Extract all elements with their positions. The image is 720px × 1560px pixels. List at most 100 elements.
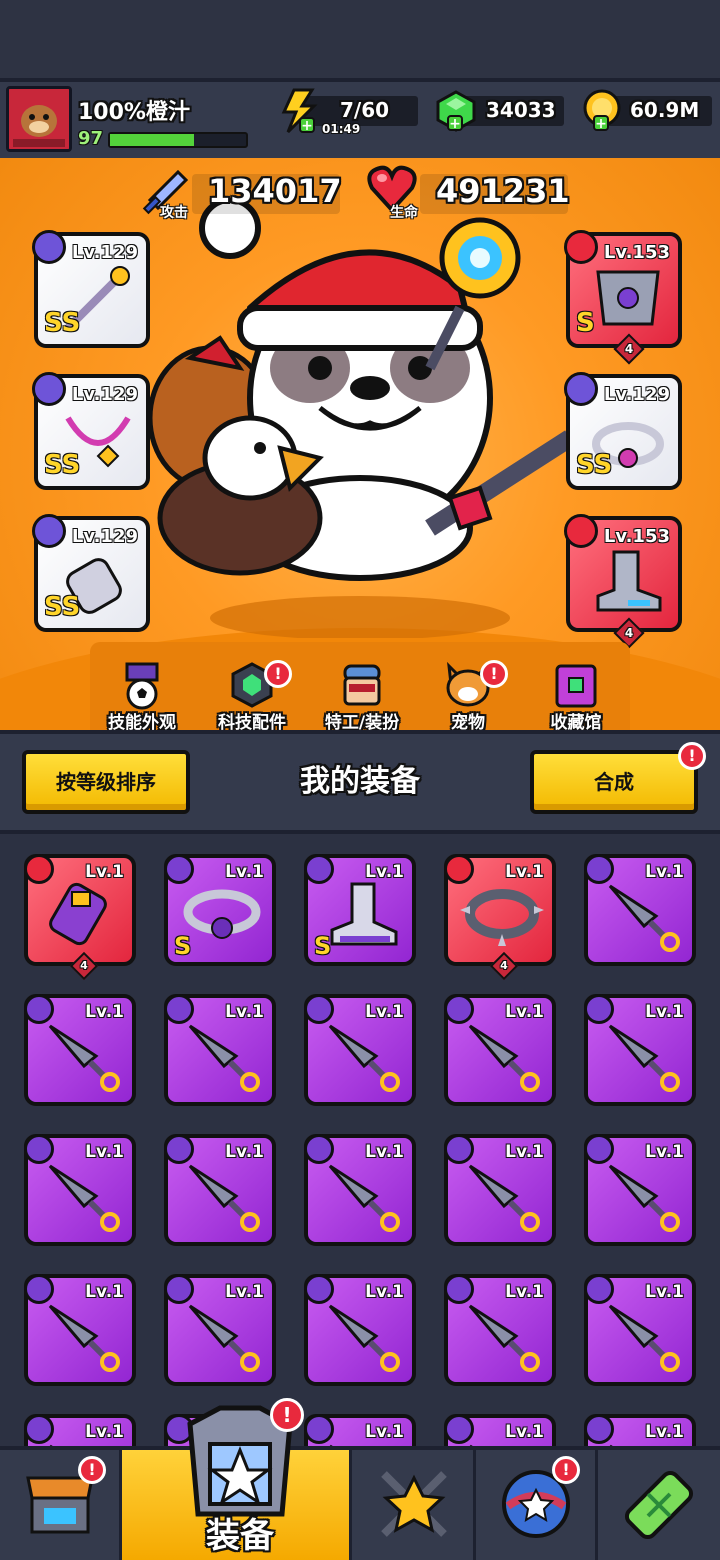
xp-bar	[108, 132, 248, 148]
item-level: Lv.1	[225, 1282, 264, 1302]
kunai-icon	[608, 1024, 680, 1092]
inventory-item-kunai[interactable]: Lv.1	[304, 1134, 416, 1246]
inventory-item-kunai[interactable]: Lv.1	[24, 1274, 136, 1386]
inventory-item-kunai[interactable]: Lv.1	[444, 1414, 556, 1446]
item-level: Lv.1	[85, 862, 124, 882]
menu-pets[interactable]: 宠物 !	[418, 660, 518, 733]
inventory-item-kunai[interactable]: Lv.1	[584, 1274, 696, 1386]
kunai-icon	[608, 884, 680, 952]
menu-agent-outfits[interactable]: 特工/装扮	[312, 660, 412, 733]
inventory-item-kunai[interactable]: Lv.1	[24, 994, 136, 1106]
avatar-icon	[9, 89, 69, 149]
inventory-item-kunai[interactable]: Lv.1	[584, 1414, 696, 1446]
kunai-icon	[328, 1304, 400, 1372]
merge-alert-badge: !	[678, 742, 706, 770]
player-name: 100%橙汁	[78, 100, 190, 125]
boots-type-icon	[564, 514, 598, 548]
inventory-item-kunai[interactable]: Lv.1	[584, 1134, 696, 1246]
inventory-item-kunai[interactable]: Lv.1	[304, 1274, 416, 1386]
inventory-item-kunai[interactable]: Lv.1	[304, 1414, 416, 1446]
inventory-item-kunai[interactable]: Lv.1	[444, 1134, 556, 1246]
svg-text:+: +	[595, 116, 607, 132]
nav-battle-tab[interactable]	[352, 1450, 476, 1560]
item-level: Lv.1	[645, 1282, 684, 1302]
hp-label: 生命	[390, 205, 418, 221]
equipment-alert-badge: !	[270, 1398, 304, 1432]
collection-chest-icon	[555, 664, 597, 708]
football-hat-icon	[125, 662, 159, 710]
merge-button[interactable]: 合成	[530, 750, 698, 814]
item-grade: S	[314, 932, 332, 960]
svg-text:+: +	[449, 116, 461, 132]
inventory-item-kunai[interactable]: Lv.1	[24, 1414, 136, 1446]
equipped-gloves-slot[interactable]: Lv.129 SS	[32, 514, 150, 632]
slot-level: Lv.129	[71, 384, 138, 405]
attack-label: 攻击	[160, 205, 188, 221]
inventory-item-boots[interactable]: Lv.1 S	[304, 854, 416, 966]
item-level: Lv.1	[645, 1142, 684, 1162]
inventory-item-kunai[interactable]: Lv.1	[444, 994, 556, 1106]
item-level: Lv.1	[505, 1002, 544, 1022]
equipped-belt-slot[interactable]: Lv.129 SS	[564, 372, 682, 490]
menu-collection[interactable]: 收藏馆	[526, 660, 626, 733]
energy-bolt-icon[interactable]: +	[278, 88, 320, 134]
item-level: Lv.1	[365, 1002, 404, 1022]
equipped-weapon-slot[interactable]: Lv.129 SS	[32, 230, 150, 348]
inventory-item-kunai[interactable]: Lv.1	[584, 854, 696, 966]
attack-value: 134017	[208, 172, 342, 210]
slot-grade: SS	[44, 450, 81, 480]
inventory-item-kunai[interactable]: Lv.1	[444, 1274, 556, 1386]
equipment-title: 我的装备	[300, 764, 420, 799]
kunai-icon	[188, 1024, 260, 1092]
slot-grade: S	[576, 308, 595, 338]
star-rank-badge: 4	[613, 333, 645, 365]
star-rank-badge: 4	[69, 951, 99, 981]
inventory-item-kunai[interactable]: Lv.1	[304, 994, 416, 1106]
item-grade: S	[174, 932, 192, 960]
item-level: Lv.1	[505, 1282, 544, 1302]
coin-icon[interactable]: +	[580, 88, 624, 134]
equipped-necklace-slot[interactable]: Lv.129 SS	[32, 372, 150, 490]
inventory-item-kunai[interactable]: Lv.1	[24, 1134, 136, 1246]
agent-head-icon	[343, 664, 381, 706]
kunai-icon	[48, 1164, 120, 1232]
energy-value: 7/60	[340, 98, 390, 122]
kunai-icon	[48, 1024, 120, 1092]
nav-evolution-tab[interactable]	[598, 1450, 720, 1560]
inventory-item-kunai[interactable]: Lv.1	[584, 994, 696, 1106]
kunai-icon	[608, 1304, 680, 1372]
player-avatar[interactable]	[6, 86, 72, 152]
sort-by-level-button[interactable]: 按等级排序	[22, 750, 190, 814]
kunai-icon	[468, 1024, 540, 1092]
inventory-item-belt[interactable]: Lv.1 S	[164, 854, 276, 966]
weapon-type-icon	[32, 230, 66, 264]
item-level: Lv.1	[645, 1422, 684, 1442]
inventory-item-necklace[interactable]: Lv.1 4	[444, 854, 556, 981]
inventory-item-kunai[interactable]: Lv.1	[164, 994, 276, 1106]
gem-value: 34033	[486, 98, 556, 122]
item-level: Lv.1	[505, 862, 544, 882]
menu-tech-parts[interactable]: 科技配件 !	[202, 660, 302, 733]
kunai-icon	[468, 1164, 540, 1232]
svg-text:+: +	[301, 118, 313, 134]
menu-skill-skins[interactable]: 技能外观	[92, 660, 192, 733]
dna-capsule-icon	[624, 1470, 694, 1540]
inventory-grid: Lv.1 4 Lv.1 S Lv.1 S Lv.1 4 Lv.1 Lv.1 Lv…	[0, 834, 720, 1446]
alert-badge: !	[264, 660, 292, 688]
xp-fill	[110, 134, 195, 146]
equipped-armor-slot[interactable]: Lv.153 S 4	[564, 230, 682, 365]
belt-type-icon	[564, 372, 598, 406]
alert-badge: !	[552, 1456, 580, 1484]
nav-shop-tab[interactable]: !	[0, 1450, 122, 1560]
inventory-item-kunai[interactable]: Lv.1	[164, 1134, 276, 1246]
inventory-item-gloves[interactable]: Lv.1 4	[24, 854, 136, 981]
slot-level: Lv.153	[603, 242, 670, 263]
star-rank-badge: 4	[489, 951, 519, 981]
inventory-item-kunai[interactable]: Lv.1	[164, 1274, 276, 1386]
slot-level: Lv.153	[603, 526, 670, 547]
hero-stage: 攻击 134017 生命 491231 Lv.129 SS Lv.129 SS …	[0, 158, 720, 730]
nav-talent-tab[interactable]: !	[476, 1450, 598, 1560]
gem-icon[interactable]: +	[434, 88, 478, 134]
slot-grade: SS	[44, 592, 81, 622]
equipped-boots-slot[interactable]: Lv.153 4	[564, 514, 682, 649]
